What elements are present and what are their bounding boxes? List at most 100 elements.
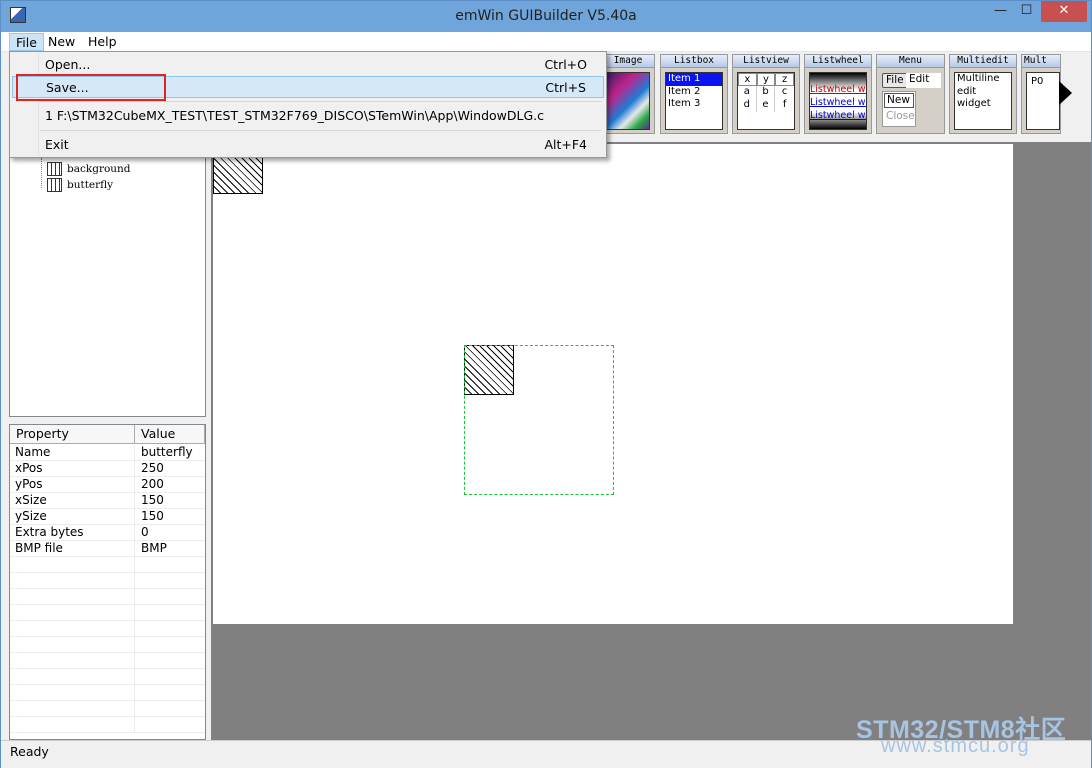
design-canvas[interactable] [211,142,1091,740]
property-name: BMP file [10,541,135,556]
menu-new[interactable]: New [42,33,81,51]
property-value[interactable]: 200 [135,477,205,492]
property-row-empty [10,717,205,733]
property-row-empty [10,701,205,717]
listview-cell: c [781,86,788,97]
listview-header-cell: x [738,73,757,86]
window-title: emWin GUIBuilder V5.40a [455,8,637,24]
listwheel-item: Listwheel wi [810,97,867,108]
property-value[interactable]: 0 [135,525,205,540]
listview-cell: b [757,86,776,99]
menu-file[interactable]: File [9,33,44,51]
property-row[interactable]: yPos 200 [10,477,205,493]
property-value[interactable]: 250 [135,461,205,476]
menu-preview-new: New [884,93,914,108]
menu-item-shortcut: Ctrl+S [545,80,586,95]
tree-node-butterfly[interactable]: butterfly [47,177,113,193]
listview-header-cell: z [775,73,794,86]
annotation-highlight-box [16,74,166,101]
widget-palette: Image Listbox Item 1 Item 2 Item 3 Listv… [601,53,1091,136]
property-row[interactable]: Name butterfly [10,445,205,461]
property-row[interactable]: xSize 150 [10,493,205,509]
property-row[interactable]: xPos 250 [10,461,205,477]
property-row-empty [10,669,205,685]
property-row-empty [10,621,205,637]
app-window: emWin GUIBuilder V5.40a — ☐ ✕ File New H… [0,0,1092,768]
property-name: ySize [10,509,135,524]
listview-preview: x y z a b c d e f [737,72,795,130]
property-column-header[interactable]: Property [10,425,135,444]
image-widget-icon [47,162,62,176]
listview-cell: d [738,99,757,112]
listbox-item: Item 2 [668,85,701,97]
menu-preview-dropdown: New Close [882,91,916,127]
listbox-item: Item 1 [666,73,722,86]
palette-menu-widget[interactable]: Menu File Edit New Close [876,54,945,134]
palette-multiedit-widget[interactable]: Multiedit Multiline edit widget [949,54,1017,134]
property-row-empty [10,573,205,589]
menu-bar: File New Help [1,32,1091,52]
menu-preview-file: File [882,73,908,88]
menu-item-open[interactable]: Open... Ctrl+O [12,54,604,76]
property-value[interactable]: 150 [135,493,205,508]
menu-item-recent-file[interactable]: 1 F:\STM32CubeMX_TEST\TEST_STM32F769_DIS… [12,105,604,127]
menu-item-label: 1 F:\STM32CubeMX_TEST\TEST_STM32F769_DIS… [45,108,544,123]
tree-connector [41,158,42,188]
maximize-button[interactable]: ☐ [1014,1,1039,22]
menu-separator [40,130,602,131]
property-value[interactable]: butterfly [135,445,205,460]
listview-header-cell: y [756,73,776,86]
property-value[interactable]: 150 [135,509,205,524]
menu-item-exit[interactable]: Exit Alt+F4 [12,134,604,156]
image-widget-icon [47,178,62,192]
multiedit-preview: Multiline edit widget [954,72,1012,130]
multipage-tab-label: P0 [1031,76,1044,87]
multiedit-line: Multiline [957,73,1000,84]
watermark-url: www.stmcu.org [881,735,1030,757]
property-name: Name [10,445,135,460]
tree-node-background[interactable]: background [47,161,131,177]
title-bar[interactable]: emWin GUIBuilder V5.40a — ☐ ✕ [1,1,1091,32]
property-row-empty [10,605,205,621]
property-row[interactable]: ySize 150 [10,509,205,525]
property-row-empty [10,557,205,573]
tree-node-label: background [67,163,131,175]
property-row-empty [10,637,205,653]
multiedit-line: edit [957,85,977,97]
close-button[interactable]: ✕ [1041,1,1087,22]
listview-cell: f [782,99,787,110]
property-name: xSize [10,493,135,508]
menu-separator [40,101,602,102]
palette-widget-title: Menu [877,55,944,68]
listview-cell: a [738,86,757,99]
listbox-preview: Item 1 Item 2 Item 3 [665,72,723,130]
multipage-preview: P0 [1026,72,1060,130]
palette-widget-title: Image [602,55,654,68]
palette-multipage-widget[interactable]: Mult P0 [1021,54,1061,134]
palette-listwheel-widget[interactable]: Listwheel Listwheel wi Listwheel wi List… [804,54,872,134]
design-window-background[interactable] [213,144,1013,624]
palette-scroll-right-icon[interactable] [1059,81,1072,105]
selection-frame[interactable] [464,345,614,495]
property-value[interactable]: BMP [135,541,205,556]
property-row[interactable]: BMP file BMP [10,541,205,557]
status-text: Ready [10,744,49,759]
menu-help[interactable]: Help [82,33,123,51]
listbox-item: Item 3 [668,98,701,109]
property-row-empty [10,685,205,701]
menu-preview-edit: Edit [906,73,941,88]
palette-image-widget[interactable]: Image [601,54,655,134]
value-column-header[interactable]: Value [135,425,205,444]
menu-item-shortcut: Alt+F4 [544,137,587,152]
property-panel: Property Value Name butterfly xPos 250 yPo… [9,424,206,740]
file-dropdown-menu: Open... Ctrl+O Save... Ctrl+S 1 F:\STM32… [9,51,607,158]
palette-widget-title: Mult [1022,55,1060,68]
property-row[interactable]: Extra bytes 0 [10,525,205,541]
palette-listbox-widget[interactable]: Listbox Item 1 Item 2 Item 3 [660,54,728,134]
palette-widget-title: Multiedit [950,55,1016,68]
palette-listview-widget[interactable]: Listview x y z a b c d e f [732,54,800,134]
palette-widget-title: Listwheel [805,55,871,68]
minimize-button[interactable]: — [988,1,1013,22]
listwheel-item: Listwheel wi [810,84,867,95]
menu-item-label: Open... [45,57,91,72]
